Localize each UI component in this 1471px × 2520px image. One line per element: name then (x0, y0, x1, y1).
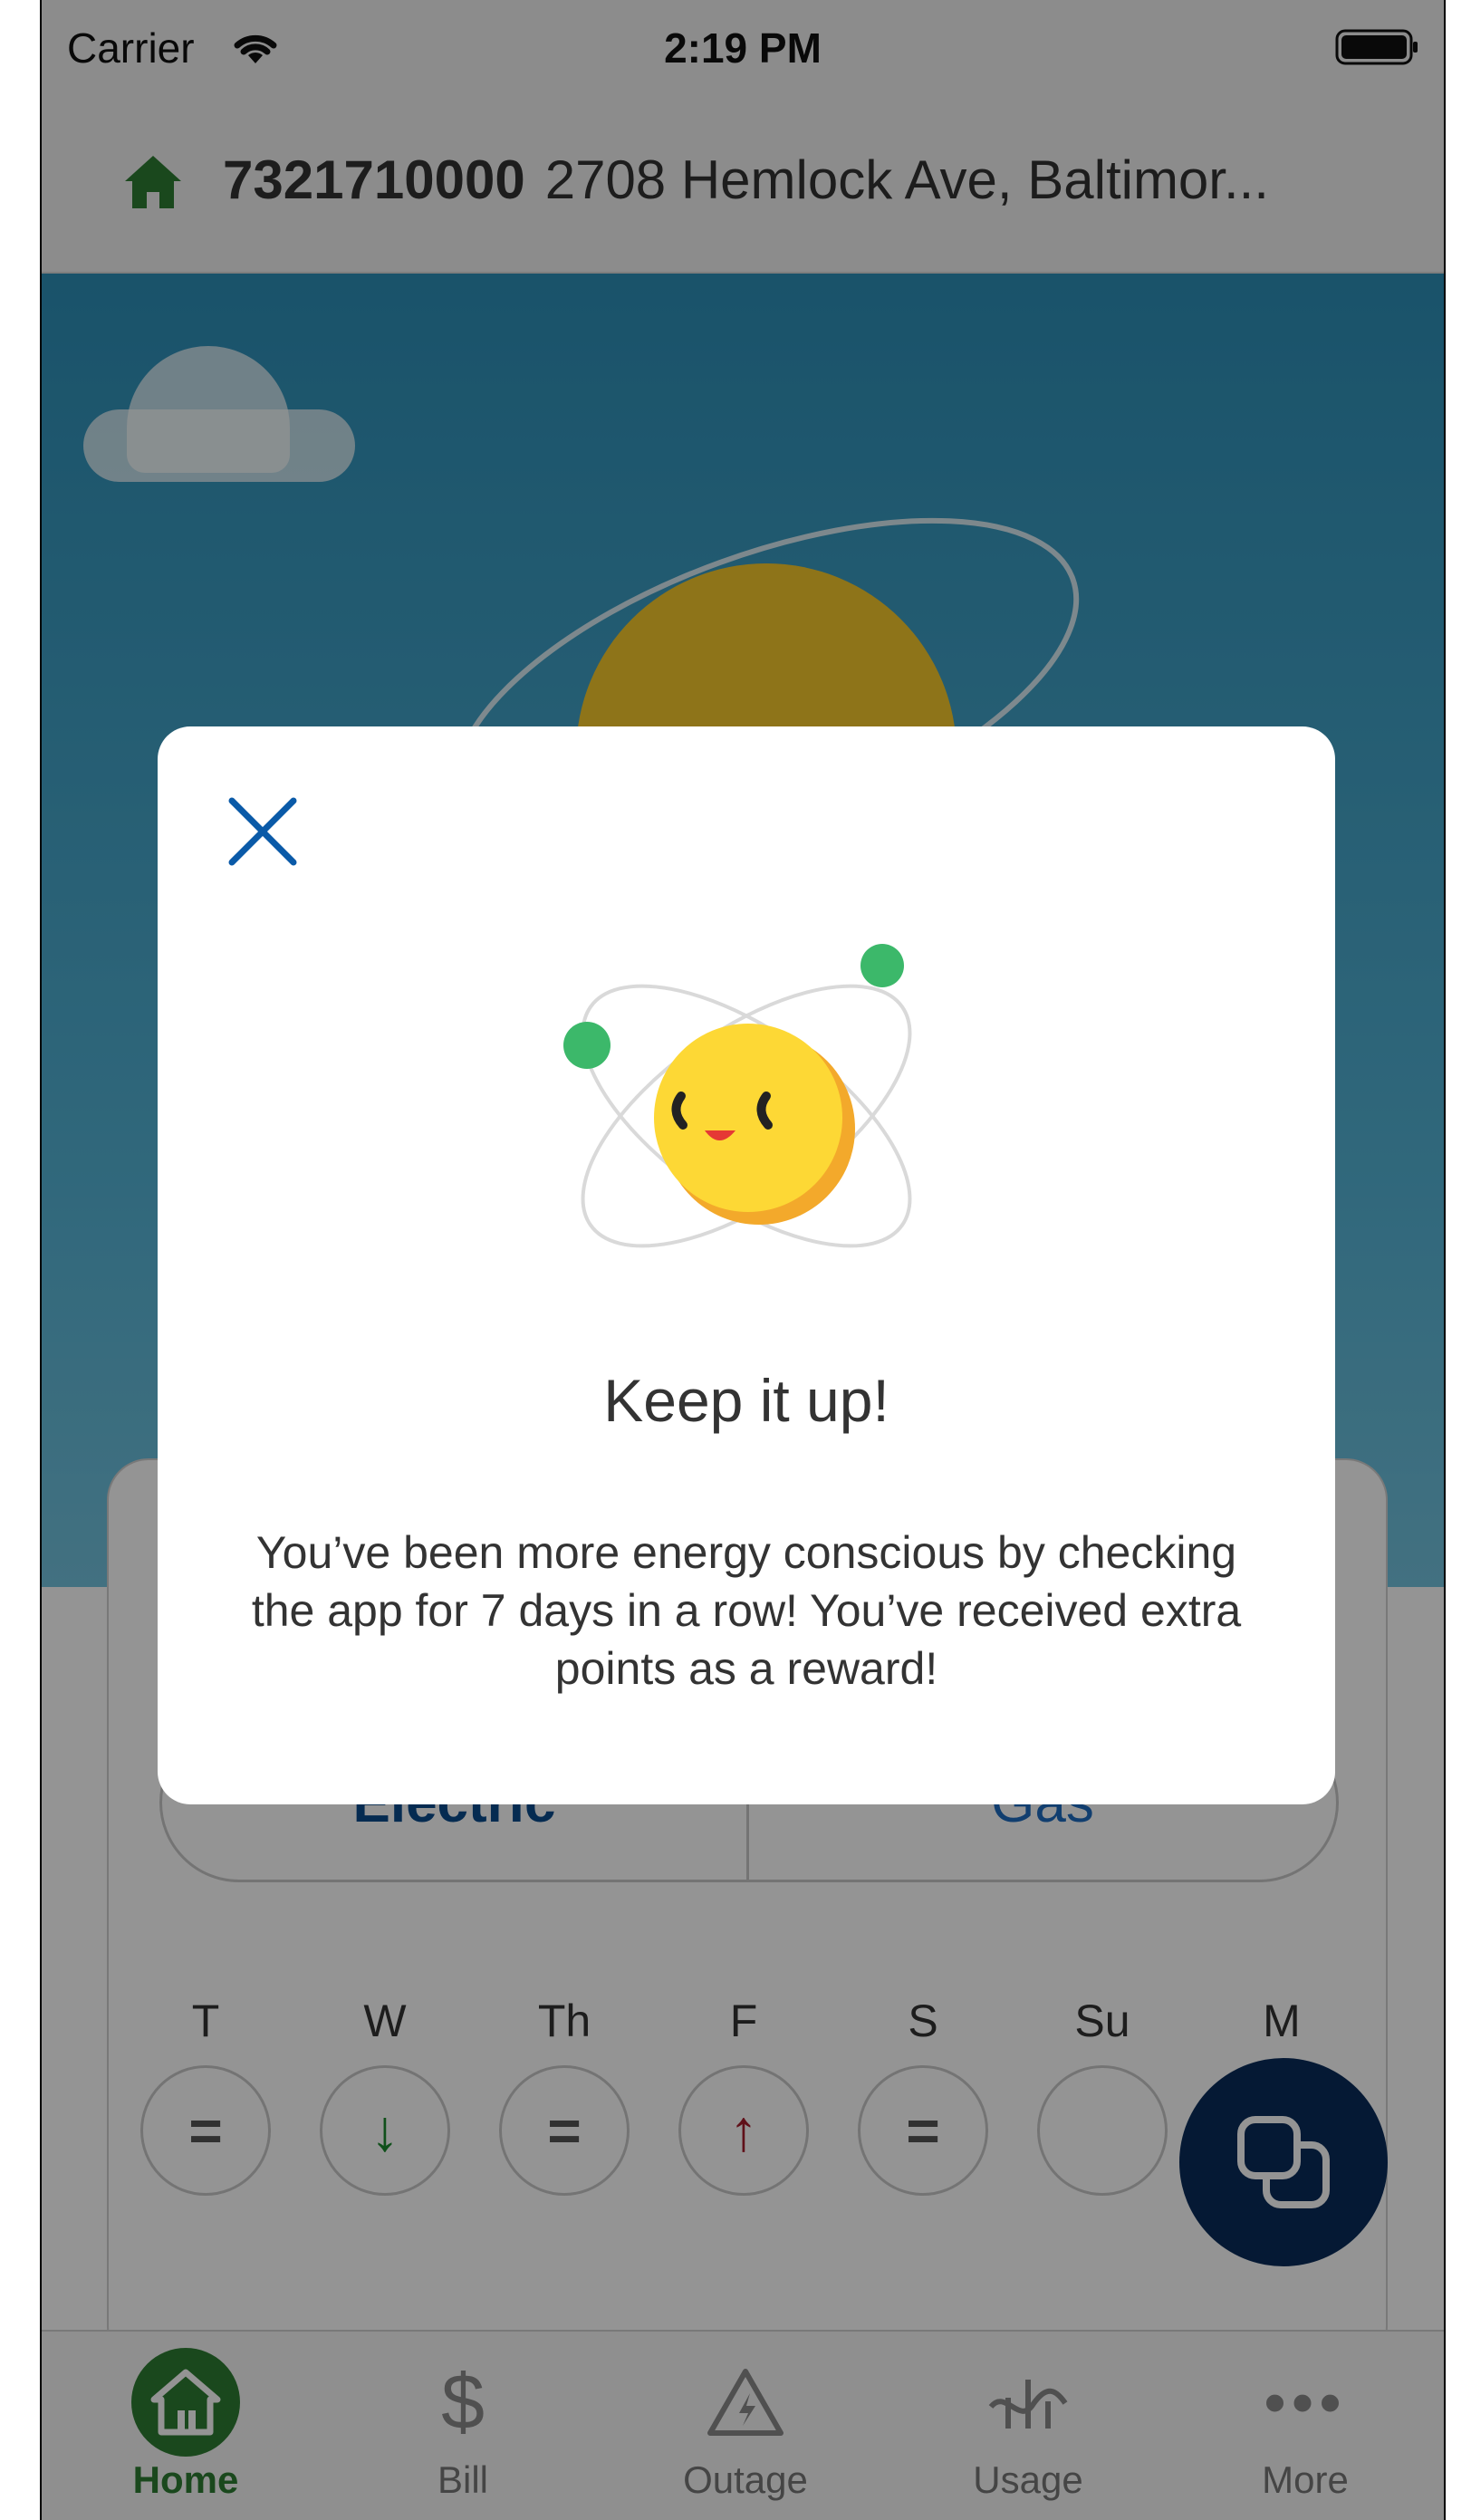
streak-modal: Keep it up! You’ve been more energy cons… (158, 726, 1335, 1804)
close-icon[interactable] (221, 790, 304, 873)
modal-title: Keep it up! (603, 1367, 889, 1434)
app-screen: Carrier 2:19 PM 7321710000 2708 Hemlock A… (40, 0, 1446, 2520)
modal-body: You’ve been more energy conscious by che… (251, 1527, 1242, 1694)
mascot-icon (563, 944, 912, 1248)
